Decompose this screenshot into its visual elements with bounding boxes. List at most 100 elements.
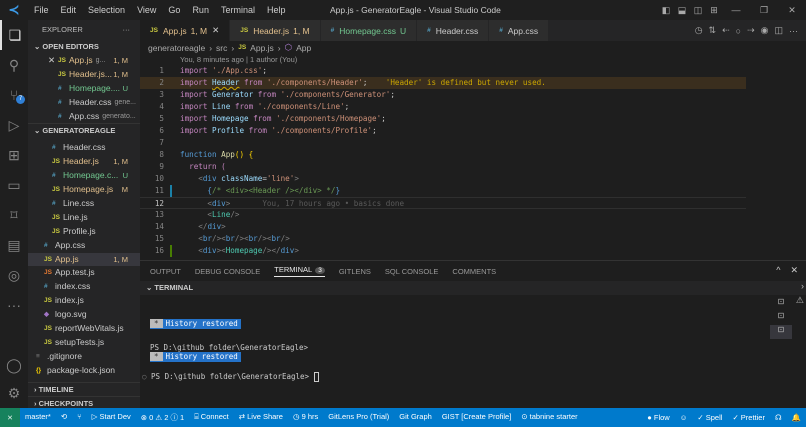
terminal-section-header[interactable]: ⌄ TERMINAL — [140, 281, 806, 295]
menu-terminal[interactable]: Terminal — [215, 5, 261, 15]
tab-homepage-css[interactable]: # Homepage.css U — [320, 20, 418, 41]
status-item[interactable]: ◷ 9 hrs — [288, 412, 323, 423]
go-back-icon[interactable]: ⇠ — [722, 25, 730, 36]
tab-debug-console[interactable]: DEBUG CONSOLE — [195, 267, 260, 276]
warning-icon[interactable]: ⚠ — [796, 295, 804, 306]
project-manager-icon[interactable]: ▤ — [0, 230, 28, 260]
breadcrumb-item[interactable]: src — [216, 43, 227, 53]
file-item[interactable]: ✕ JS App.js g... 1, M — [28, 54, 140, 68]
code-line[interactable]: 1 import './App.css'; — [140, 65, 746, 77]
status-item[interactable]: ▷ Start Dev — [87, 412, 136, 423]
status-item[interactable]: GitLens Pro (Trial) — [323, 412, 394, 423]
timeline-history-icon[interactable]: ◷ — [695, 25, 703, 36]
status-item[interactable]: ⟲ — [56, 412, 72, 423]
breadcrumb-item[interactable]: generatoreagle — [148, 43, 205, 53]
terminal-instance-icon[interactable]: ⊡ — [770, 325, 792, 339]
status-item[interactable]: GIST [Create Profile] — [437, 412, 516, 423]
extensions-icon[interactable]: ⊞ — [0, 140, 28, 170]
timeline-section[interactable]: › TIMELINE — [28, 382, 140, 396]
maximize-panel-icon[interactable]: ^ — [776, 265, 780, 276]
status-item[interactable]: ⌸ Connect — [189, 412, 234, 423]
more-icon[interactable]: ··· — [0, 290, 28, 320]
file-item[interactable]: JS Header.js 1, M — [28, 155, 140, 169]
file-item[interactable]: JS index.js — [28, 294, 140, 308]
status-item[interactable]: ● Flow — [642, 413, 674, 422]
tab-terminal[interactable]: TERMINAL 3 — [274, 265, 325, 277]
status-item[interactable]: ⊙ tabnine starter — [516, 412, 582, 423]
file-item[interactable]: {} package-lock.json — [28, 364, 140, 378]
menu-file[interactable]: File — [28, 5, 55, 15]
code-editor[interactable]: You, 8 minutes ago | 1 author (You) 1 imp… — [140, 54, 806, 259]
settings-gear-icon[interactable]: ⚙ — [0, 378, 28, 408]
file-item[interactable]: # Homepage.... U — [28, 82, 140, 96]
close-tab-icon[interactable]: ✕ — [212, 25, 219, 36]
tab-output[interactable]: OUTPUT — [150, 267, 181, 276]
status-item[interactable]: ⑂ — [72, 412, 87, 423]
account-icon[interactable]: ◯ — [0, 350, 28, 380]
next-change-icon[interactable]: ⇢ — [747, 25, 755, 36]
tab-app-css[interactable]: # App.css — [489, 20, 550, 41]
tab-app-js[interactable]: JS App.js 1, M ✕ — [140, 20, 231, 41]
file-item[interactable]: # index.css — [28, 280, 140, 294]
status-item[interactable]: ☊ — [770, 413, 787, 422]
menu-help[interactable]: Help — [261, 5, 292, 15]
file-item[interactable]: # App.css — [28, 239, 140, 253]
file-item[interactable]: JS App.js 1, M — [28, 252, 140, 267]
status-item[interactable]: ✓ Prettier — [727, 413, 770, 422]
file-item[interactable]: # Header.css gene... — [28, 96, 140, 110]
more-actions-icon[interactable]: ··· — [789, 26, 798, 36]
chevron-right-icon[interactable]: › — [801, 281, 804, 291]
close-window-button[interactable]: ✕ — [778, 5, 806, 16]
edge-devtools-icon[interactable]: ◎ — [0, 260, 28, 290]
code-line[interactable]: 5 import Homepage from './components/Home… — [140, 113, 746, 125]
menu-run[interactable]: Run — [186, 5, 215, 15]
codelens-author[interactable]: You, 8 minutes ago | 1 author (You) — [180, 55, 297, 64]
file-item[interactable]: JS setupTests.js — [28, 336, 140, 350]
tab-header-js[interactable]: JS Header.js 1, M — [230, 20, 321, 41]
file-item[interactable]: # Homepage.c... U — [28, 169, 140, 183]
terminal-output[interactable]: * History restored PS D:\github folder\Ge… — [142, 309, 319, 382]
file-item[interactable]: JS App.test.js — [28, 266, 140, 280]
status-item[interactable]: ☺ — [675, 413, 693, 422]
compare-changes-icon[interactable]: ⇅ — [709, 25, 717, 36]
gitlens-icon[interactable]: ◉ — [761, 25, 769, 36]
run-debug-icon[interactable]: ▷ — [0, 110, 28, 140]
code-line[interactable]: 6 import Profile from './components/Profi… — [140, 125, 746, 137]
code-line[interactable]: 11 {/* <div><Header /></div> */} — [140, 185, 746, 197]
file-item[interactable]: JS Line.js — [28, 211, 140, 225]
tab-gitlens[interactable]: GITLENS — [339, 267, 371, 276]
breadcrumb-item[interactable]: App.js — [250, 43, 274, 53]
file-item[interactable]: # App.css generato... — [28, 110, 140, 124]
checkpoints-section[interactable]: › CHECKPOINTS — [28, 396, 140, 408]
code-line[interactable]: 7 — [140, 137, 746, 149]
tab-sql-console[interactable]: SQL CONSOLE — [385, 267, 439, 276]
file-item[interactable]: JS reportWebVitals.js — [28, 322, 140, 336]
file-item[interactable]: ≡ .gitignore — [28, 350, 140, 364]
bookmarks-icon[interactable]: ⌑ — [0, 200, 28, 230]
terminal-instance-icon[interactable]: ⊡ — [770, 297, 792, 311]
more-actions-icon[interactable]: ··· — [123, 20, 131, 40]
menu-selection[interactable]: Selection — [82, 5, 131, 15]
file-item[interactable]: JS Profile.js — [28, 225, 140, 239]
open-editors-section[interactable]: ⌄ OPEN EDITORS — [28, 40, 140, 54]
tab-comments[interactable]: COMMENTS — [452, 267, 496, 276]
file-item[interactable]: ◆ logo.svg — [28, 308, 140, 322]
code-line[interactable]: 8 function App() { — [140, 149, 746, 161]
status-item[interactable]: master* — [20, 412, 56, 423]
code-line[interactable]: 12 <div> You, 17 hours ago • basics done — [140, 197, 746, 209]
file-item[interactable]: JS Header.js... 1, M — [28, 68, 140, 82]
remote-explorer-icon[interactable]: ▭ — [0, 170, 28, 200]
status-item[interactable]: ✓ Spell — [692, 413, 727, 422]
close-icon[interactable]: ✕ — [48, 54, 58, 68]
code-line[interactable]: 16 <div><Homepage/></div> — [140, 245, 746, 257]
close-panel-icon[interactable]: ✕ — [790, 265, 798, 276]
code-line[interactable]: 9 return ( — [140, 161, 746, 173]
split-editor-icon[interactable]: ◫ — [774, 25, 783, 36]
code-line[interactable]: 14 </div> — [140, 221, 746, 233]
project-section[interactable]: ⌄ GENERATOREAGLE — [28, 123, 140, 137]
code-line[interactable]: 13 <Line/> — [140, 209, 746, 221]
code-line[interactable]: 15 <br/><br/><br/><br/> — [140, 233, 746, 245]
menu-view[interactable]: View — [131, 5, 162, 15]
toggle-panel-icon[interactable]: ⬓ — [674, 5, 690, 16]
customize-layout-icon[interactable]: ⊞ — [706, 5, 722, 16]
